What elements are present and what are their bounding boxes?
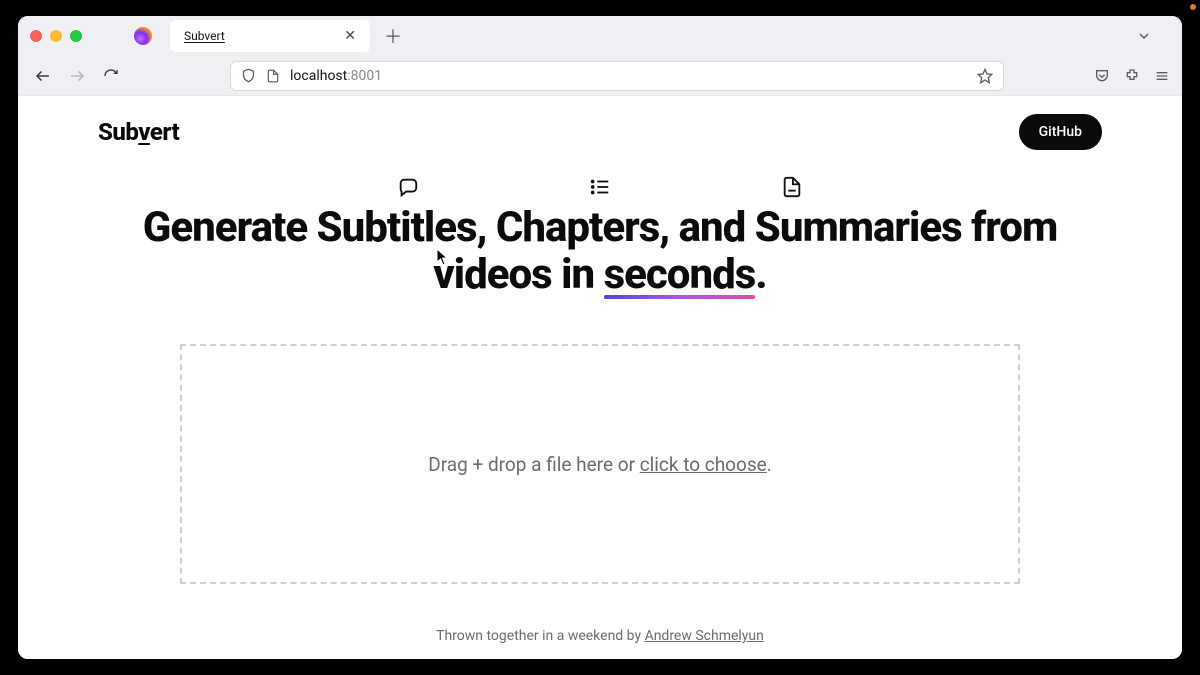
close-window-button[interactable]	[30, 30, 42, 42]
bookmark-star-icon[interactable]	[977, 68, 993, 84]
back-button[interactable]	[28, 61, 58, 91]
shield-icon	[241, 68, 256, 83]
app-menu-icon[interactable]	[1154, 68, 1170, 84]
document-icon	[781, 176, 803, 198]
author-link[interactable]: Andrew Schmelyun	[645, 628, 764, 644]
tabs-overflow-button[interactable]	[1136, 28, 1152, 44]
choose-file-link[interactable]: click to choose	[640, 453, 767, 476]
hero-section: Generate Subtitles, Chapters, and Summar…	[98, 176, 1102, 298]
page-header: Subvert GitHub	[98, 114, 1102, 150]
pocket-icon[interactable]	[1094, 68, 1110, 84]
reload-button[interactable]	[96, 61, 126, 91]
url-text: localhost:8001	[290, 68, 382, 84]
page-info-icon	[266, 69, 280, 83]
maximize-window-button[interactable]	[70, 30, 82, 42]
github-button[interactable]: GitHub	[1019, 114, 1102, 150]
browser-toolbar: localhost:8001	[18, 56, 1182, 96]
browser-tab[interactable]: Subvert ✕	[170, 20, 370, 52]
new-tab-button[interactable]: ＋	[384, 23, 402, 49]
chat-bubble-icon	[397, 176, 419, 198]
dropzone-label: Drag + drop a file here or click to choo…	[428, 453, 772, 476]
recording-indicator	[1190, 4, 1196, 10]
page-viewport: Subvert GitHub Generate Su	[18, 96, 1182, 659]
browser-window: Subvert ✕ ＋	[18, 16, 1182, 659]
forward-button[interactable]	[62, 61, 92, 91]
list-icon	[589, 176, 611, 198]
hero-title: Generate Subtitles, Chapters, and Summar…	[98, 204, 1102, 298]
extensions-icon[interactable]	[1124, 68, 1140, 84]
titlebar: Subvert ✕ ＋	[18, 16, 1182, 56]
minimize-window-button[interactable]	[50, 30, 62, 42]
address-bar[interactable]: localhost:8001	[230, 61, 1004, 91]
tab-title: Subvert	[184, 29, 225, 43]
firefox-logo-icon	[134, 27, 152, 45]
brand-logo[interactable]: Subvert	[98, 118, 179, 146]
window-controls	[30, 30, 82, 42]
page-footer: Thrown together in a weekend by Andrew S…	[98, 628, 1102, 644]
file-dropzone[interactable]: Drag + drop a file here or click to choo…	[180, 344, 1020, 584]
close-tab-button[interactable]: ✕	[340, 28, 360, 44]
